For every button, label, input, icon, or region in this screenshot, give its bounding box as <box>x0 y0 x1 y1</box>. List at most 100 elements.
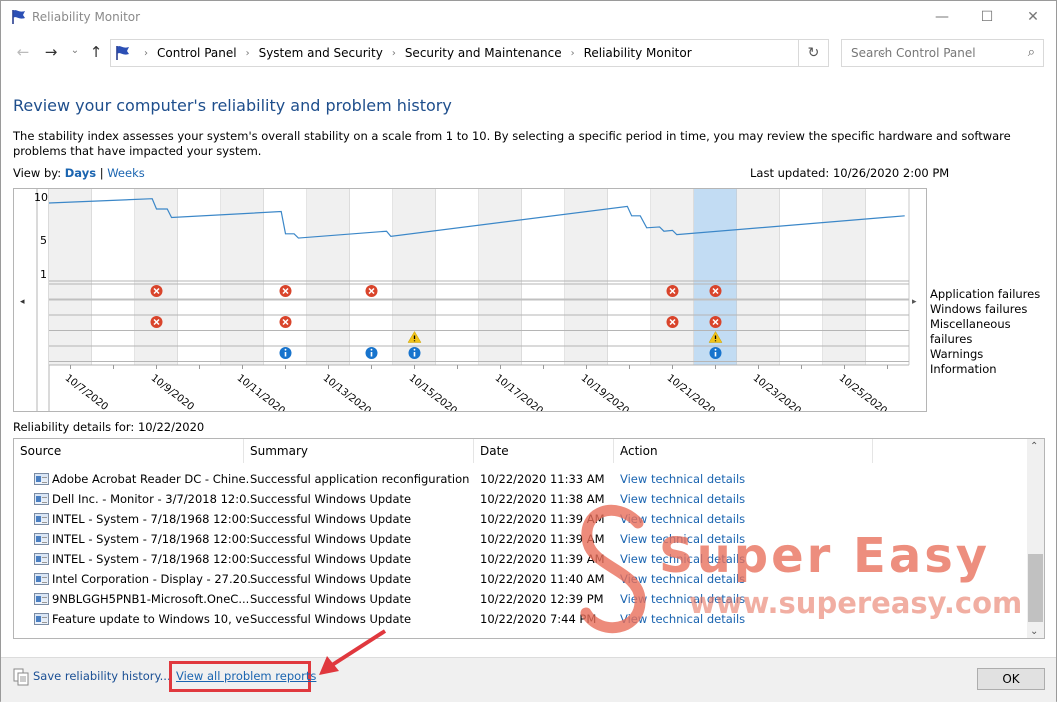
view-technical-details-link[interactable]: View technical details <box>620 572 820 586</box>
day-column[interactable] <box>307 189 350 365</box>
source-cell: Dell Inc. - Monitor - 3/7/2018 12:0... <box>14 492 250 506</box>
day-column[interactable] <box>49 189 92 365</box>
table-scrollbar[interactable]: ⌃ ⌄ <box>1027 439 1044 638</box>
view-weeks-link[interactable]: Weeks <box>107 166 145 180</box>
scroll-up-icon[interactable]: ⌃ <box>1030 441 1038 452</box>
summary-cell: Successful Windows Update <box>250 512 412 526</box>
day-column[interactable] <box>350 189 393 365</box>
view-technical-details-link[interactable]: View technical details <box>620 592 820 606</box>
update-event-icon <box>34 533 49 545</box>
x-tick-label: 10/19/2020 <box>579 373 631 411</box>
summary-cell: Successful Windows Update <box>250 612 412 626</box>
footer-bar: Save reliability history... View all pro… <box>1 629 1056 702</box>
source-cell: INTEL - System - 7/18/1968 12:00:0... <box>14 532 250 546</box>
table-row[interactable]: INTEL - System - 7/18/1968 12:00:0... Suc… <box>14 529 1028 549</box>
scroll-down-icon[interactable]: ⌄ <box>1030 626 1038 637</box>
day-column[interactable] <box>565 189 608 365</box>
day-column[interactable] <box>737 189 780 365</box>
update-event-icon <box>34 473 49 485</box>
view-all-problem-reports-link[interactable]: View all problem reports <box>176 669 316 683</box>
view-technical-details-link[interactable]: View technical details <box>620 472 820 486</box>
table-row[interactable]: Adobe Acrobat Reader DC - Chine... Succes… <box>14 469 1028 489</box>
source-text: INTEL - System - 7/18/1968 12:00:0... <box>52 532 250 546</box>
date-cell: 10/22/2020 11:39 AM <box>480 512 605 526</box>
info-dot <box>714 348 717 351</box>
table-row[interactable]: INTEL - System - 7/18/1968 12:00:0... Suc… <box>14 549 1028 569</box>
back-button[interactable]: ← <box>13 43 33 61</box>
source-text: INTEL - System - 7/18/1968 12:00:0... <box>52 512 250 526</box>
day-column[interactable] <box>264 189 307 365</box>
close-button[interactable]: ✕ <box>1010 1 1056 33</box>
source-text: INTEL - System - 7/18/1968 12:00:0... <box>52 552 250 566</box>
legend-miscellaneous-failures: Miscellaneous failures <box>930 317 1011 346</box>
x-tick-label: 10/15/2020 <box>407 373 459 411</box>
table-row[interactable]: Feature update to Windows 10, ve... Succe… <box>14 609 1028 629</box>
summary-cell: Successful Windows Update <box>250 592 412 606</box>
source-cell: Feature update to Windows 10, ve... <box>14 612 250 626</box>
view-technical-details-link[interactable]: View technical details <box>620 612 820 626</box>
stability-chart-svg[interactable]: ◂ 10 5 1 10/7/2020 10/9/2020 10/11/2020 10/13/2… <box>14 189 926 417</box>
day-column[interactable] <box>92 189 135 365</box>
annotation-arrow-icon <box>319 629 387 675</box>
source-text: Dell Inc. - Monitor - 3/7/2018 12:0... <box>52 492 250 506</box>
table-row[interactable]: 9NBLGGH5PNB1-Microsoft.OneC... Successful… <box>14 589 1028 609</box>
update-event-icon <box>34 553 49 565</box>
breadcrumb-control-panel[interactable]: Control Panel <box>157 46 237 60</box>
x-tick-label: 10/21/2020 <box>665 373 717 411</box>
x-tick-label: 10/9/2020 <box>149 373 196 411</box>
day-column[interactable] <box>221 189 264 365</box>
save-reliability-history-link[interactable]: Save reliability history... <box>33 669 171 683</box>
stability-chart[interactable]: ◂ 10 5 1 10/7/2020 10/9/2020 10/11/2020 10/13/2… <box>13 188 927 417</box>
scroll-right-button[interactable]: ▸ <box>912 297 917 307</box>
search-icon[interactable]: ⌕ <box>1028 45 1035 60</box>
close-icon: ✕ <box>1027 9 1039 25</box>
up-button[interactable]: ↑ <box>86 43 106 61</box>
table-row[interactable]: Dell Inc. - Monitor - 3/7/2018 12:0... Su… <box>14 489 1028 509</box>
view-technical-details-link[interactable]: View technical details <box>620 532 820 546</box>
view-by-selector: View by: Days | Weeks <box>13 166 145 180</box>
day-column[interactable] <box>823 189 866 365</box>
recent-locations-button[interactable]: ⌄ <box>65 45 85 56</box>
ok-button[interactable]: OK <box>977 668 1045 690</box>
legend-windows-failures: Windows failures <box>930 302 1028 316</box>
table-row-partial[interactable] <box>14 459 1028 467</box>
table-row[interactable]: Intel Corporation - Display - 27.20.... S… <box>14 569 1028 589</box>
scrollbar-thumb[interactable] <box>1028 554 1043 622</box>
day-column[interactable] <box>135 189 178 365</box>
source-text: 9NBLGGH5PNB1-Microsoft.OneC... <box>52 592 250 606</box>
summary-cell: Successful Windows Update <box>250 532 412 546</box>
forward-button[interactable]: → <box>41 43 61 61</box>
minimize-button[interactable]: — <box>919 1 965 33</box>
breadcrumb-separator[interactable]: › <box>571 48 575 59</box>
x-tick-label: 10/11/2020 <box>235 373 287 411</box>
breadcrumb-reliability-monitor[interactable]: Reliability Monitor <box>584 46 692 60</box>
breadcrumb-separator[interactable]: › <box>392 48 396 59</box>
day-column[interactable] <box>479 189 522 365</box>
day-column[interactable] <box>608 189 651 365</box>
page-title: Review your computer's reliability and p… <box>13 96 452 115</box>
date-cell: 10/22/2020 11:39 AM <box>480 552 605 566</box>
breadcrumb-security-and-maintenance[interactable]: Security and Maintenance <box>405 46 562 60</box>
reliability-flag-icon <box>12 10 25 24</box>
source-cell: 9NBLGGH5PNB1-Microsoft.OneC... <box>14 592 250 606</box>
day-column[interactable] <box>651 189 694 365</box>
day-column[interactable] <box>780 189 823 365</box>
breadcrumb-separator: › <box>144 47 148 59</box>
scroll-left-button[interactable]: ◂ <box>20 297 25 307</box>
y-tick-label: 1 <box>40 268 47 281</box>
address-bar[interactable]: › Control Panel › System and Security › … <box>110 39 887 67</box>
window-title: Reliability Monitor <box>32 10 141 24</box>
view-technical-details-link[interactable]: View technical details <box>620 552 820 566</box>
breadcrumb-separator[interactable]: › <box>246 48 250 59</box>
view-technical-details-link[interactable]: View technical details <box>620 492 820 506</box>
maximize-button[interactable]: ☐ <box>964 1 1010 33</box>
breadcrumb-system-and-security[interactable]: System and Security <box>259 46 383 60</box>
view-days-link[interactable]: Days <box>65 166 96 180</box>
view-technical-details-link[interactable]: View technical details <box>620 512 820 526</box>
table-row[interactable]: INTEL - System - 7/18/1968 12:00:0... Suc… <box>14 509 1028 529</box>
day-column[interactable] <box>436 189 479 365</box>
summary-cell: Successful application reconfiguration <box>250 472 470 486</box>
refresh-button[interactable]: ↻ <box>799 39 829 67</box>
search-input[interactable]: Search Control Panel ⌕ <box>841 39 1044 67</box>
x-tick-label: 10/25/2020 <box>837 373 889 411</box>
